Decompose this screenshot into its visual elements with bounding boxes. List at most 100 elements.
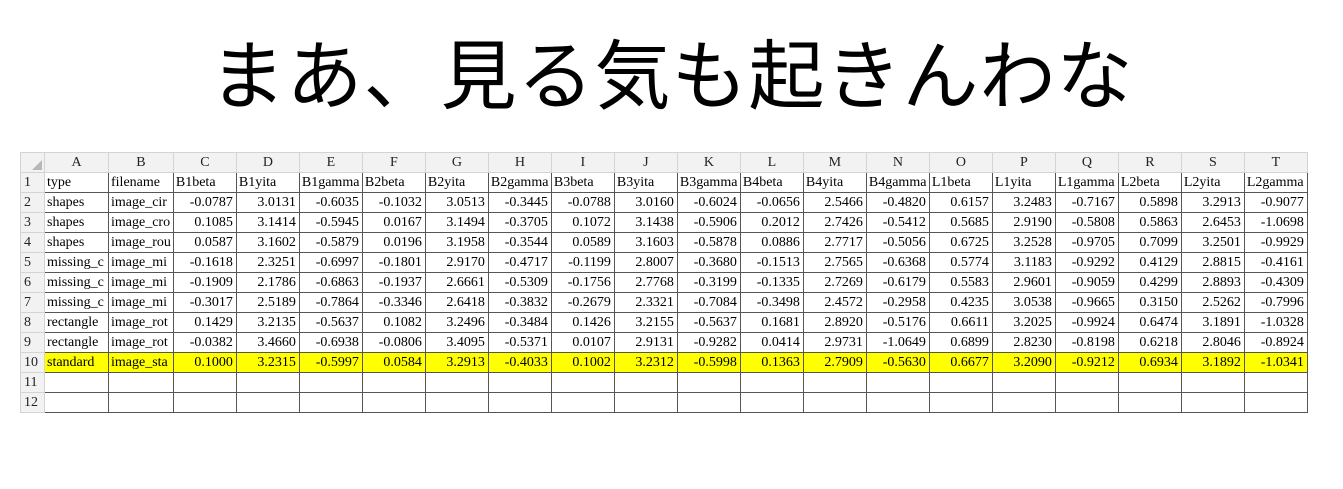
cell[interactable]: 2.1786 — [235, 272, 300, 293]
cell[interactable]: 0.0107 — [550, 332, 615, 353]
cell[interactable] — [613, 392, 678, 413]
cell[interactable]: 3.1183 — [991, 252, 1056, 273]
row-header[interactable]: 12 — [20, 392, 45, 413]
cell[interactable]: -0.1335 — [739, 272, 804, 293]
cell[interactable]: -0.3832 — [487, 292, 552, 313]
cell[interactable]: -0.1909 — [172, 272, 237, 293]
cell[interactable]: 0.5583 — [928, 272, 993, 293]
cell[interactable]: -0.3199 — [676, 272, 741, 293]
column-header-q[interactable]: Q — [1054, 152, 1119, 173]
cell[interactable]: -0.4161 — [1243, 252, 1308, 273]
cell[interactable]: 0.0587 — [172, 232, 237, 253]
cell[interactable]: -0.7864 — [298, 292, 363, 313]
cell[interactable]: 2.9190 — [991, 212, 1056, 233]
cell[interactable]: 3.2135 — [235, 312, 300, 333]
cell[interactable]: 0.6474 — [1117, 312, 1182, 333]
row-header[interactable]: 8 — [20, 312, 45, 333]
cell[interactable]: missing_c — [44, 272, 109, 293]
cell[interactable]: B4gamma — [865, 172, 930, 193]
cell[interactable]: 2.6418 — [424, 292, 489, 313]
cell[interactable]: L2gamma — [1243, 172, 1308, 193]
cell[interactable]: 2.8893 — [1180, 272, 1245, 293]
cell[interactable]: 0.1082 — [361, 312, 426, 333]
cell[interactable]: 0.2012 — [739, 212, 804, 233]
cell[interactable]: 0.0196 — [361, 232, 426, 253]
cell[interactable]: 0.1426 — [550, 312, 615, 333]
cell[interactable] — [991, 372, 1056, 393]
cell[interactable]: 2.5466 — [802, 192, 867, 213]
cell[interactable]: B3yita — [613, 172, 678, 193]
cell[interactable]: -0.9929 — [1243, 232, 1308, 253]
column-header-e[interactable]: E — [298, 152, 363, 173]
cell[interactable]: -1.0649 — [865, 332, 930, 353]
cell[interactable]: 0.1002 — [550, 352, 615, 373]
column-header-k[interactable]: K — [676, 152, 741, 173]
cell[interactable]: 3.2025 — [991, 312, 1056, 333]
cell[interactable]: -0.5637 — [298, 312, 363, 333]
cell[interactable]: rectangle — [44, 312, 109, 333]
column-header-t[interactable]: T — [1243, 152, 1308, 173]
cell[interactable]: -0.9292 — [1054, 252, 1119, 273]
cell[interactable]: 2.3321 — [613, 292, 678, 313]
cell[interactable]: 3.0160 — [613, 192, 678, 213]
cell[interactable]: 2.8007 — [613, 252, 678, 273]
cell[interactable]: 2.7565 — [802, 252, 867, 273]
cell[interactable]: -0.5879 — [298, 232, 363, 253]
cell[interactable]: -0.1513 — [739, 252, 804, 273]
cell[interactable] — [1243, 372, 1308, 393]
cell[interactable]: 3.1414 — [235, 212, 300, 233]
cell[interactable]: 2.8815 — [1180, 252, 1245, 273]
row-header[interactable]: 5 — [20, 252, 45, 273]
cell[interactable]: B3beta — [550, 172, 615, 193]
cell[interactable]: 3.2315 — [235, 352, 300, 373]
cell[interactable]: 3.2312 — [613, 352, 678, 373]
cell[interactable] — [802, 372, 867, 393]
cell[interactable] — [676, 392, 741, 413]
cell[interactable]: type — [44, 172, 109, 193]
cell[interactable]: 3.2496 — [424, 312, 489, 333]
column-header-a[interactable]: A — [44, 152, 109, 173]
cell[interactable]: 2.4572 — [802, 292, 867, 313]
cell[interactable]: 3.2483 — [991, 192, 1056, 213]
cell[interactable]: -0.3544 — [487, 232, 552, 253]
column-header-d[interactable]: D — [235, 152, 300, 173]
cell[interactable]: image_mi — [108, 272, 174, 293]
cell[interactable]: -0.6938 — [298, 332, 363, 353]
cell[interactable]: 2.7717 — [802, 232, 867, 253]
cell[interactable]: B1beta — [172, 172, 237, 193]
cell[interactable]: image_mi — [108, 252, 174, 273]
cell[interactable]: L1yita — [991, 172, 1056, 193]
cell[interactable]: shapes — [44, 212, 109, 233]
cell[interactable]: 3.1603 — [613, 232, 678, 253]
cell[interactable]: 0.1072 — [550, 212, 615, 233]
cell[interactable]: 0.6218 — [1117, 332, 1182, 353]
cell[interactable]: -0.9665 — [1054, 292, 1119, 313]
cell[interactable] — [108, 372, 174, 393]
cell[interactable] — [613, 372, 678, 393]
cell[interactable]: 2.3251 — [235, 252, 300, 273]
row-header[interactable]: 9 — [20, 332, 45, 353]
cell[interactable]: -1.0341 — [1243, 352, 1308, 373]
column-header-h[interactable]: H — [487, 152, 552, 173]
cell[interactable]: -0.5878 — [676, 232, 741, 253]
cell[interactable] — [235, 392, 300, 413]
cell[interactable]: -0.3705 — [487, 212, 552, 233]
cell[interactable]: 3.2090 — [991, 352, 1056, 373]
cell[interactable]: 0.1429 — [172, 312, 237, 333]
cell[interactable]: -0.3680 — [676, 252, 741, 273]
cell[interactable]: 0.6157 — [928, 192, 993, 213]
cell[interactable]: -0.3017 — [172, 292, 237, 313]
cell[interactable]: 0.5898 — [1117, 192, 1182, 213]
row-header[interactable]: 1 — [20, 172, 45, 193]
column-header-p[interactable]: P — [991, 152, 1056, 173]
cell[interactable]: 2.9170 — [424, 252, 489, 273]
cell[interactable]: 0.0167 — [361, 212, 426, 233]
cell[interactable]: -0.5176 — [865, 312, 930, 333]
cell[interactable] — [739, 392, 804, 413]
cell[interactable] — [1054, 372, 1119, 393]
cell[interactable]: -0.0787 — [172, 192, 237, 213]
cell[interactable]: image_sta — [108, 352, 174, 373]
cell[interactable]: -0.5056 — [865, 232, 930, 253]
cell[interactable]: image_rot — [108, 332, 174, 353]
column-header-i[interactable]: I — [550, 152, 615, 173]
